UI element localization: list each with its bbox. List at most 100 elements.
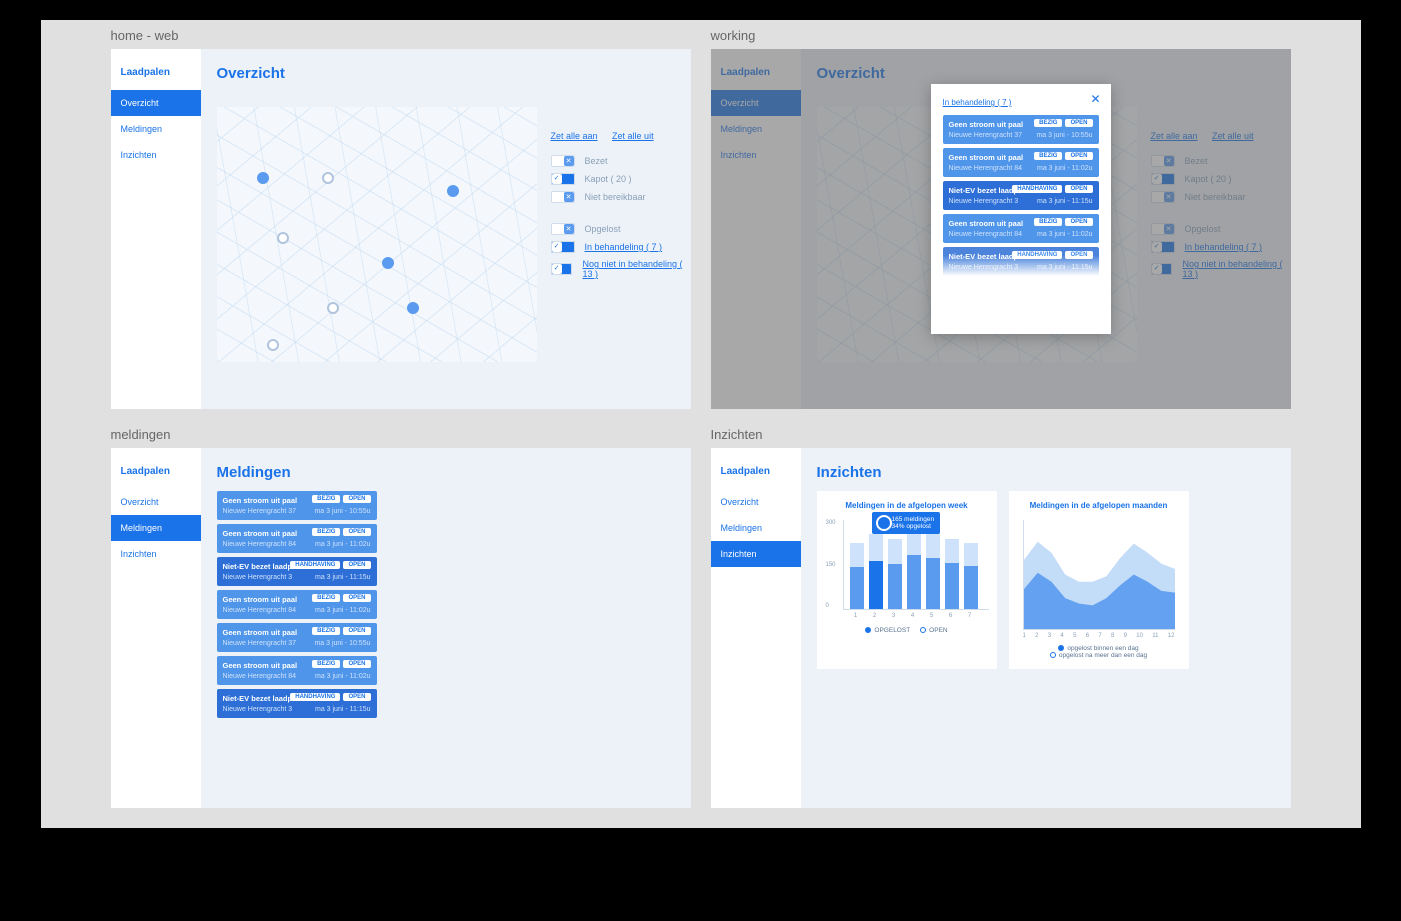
toggle-in-behandeling[interactable]	[551, 241, 575, 253]
card-location: Nieuwe Herengracht 3	[949, 198, 1019, 205]
legend-open: OPEN	[929, 627, 947, 634]
badge-open: OPEN	[343, 693, 370, 701]
bar[interactable]	[869, 534, 883, 609]
toggle-opgelost[interactable]	[551, 223, 575, 235]
modal-in-behandeling: ✕ In behandeling ( 7 ) BEZIGOPENGeen str…	[931, 84, 1111, 334]
bar[interactable]	[964, 543, 978, 609]
card-time: ma 3 juni - 11:02u	[1037, 231, 1093, 238]
frame-title-inzichten: Inzichten	[711, 419, 1291, 448]
label-niet-bereikbaar: Niet bereikbaar	[585, 192, 646, 202]
chart-week-title: Meldingen in de afgelopen week	[825, 501, 989, 510]
nav-inzichten[interactable]: Inzichten	[111, 541, 201, 567]
map-pin[interactable]	[407, 302, 419, 314]
badge-status: BEZIG	[1034, 218, 1062, 226]
badge-open: OPEN	[343, 627, 370, 635]
toggle-bezet[interactable]	[551, 155, 575, 167]
map-pin[interactable]	[327, 302, 339, 314]
card-location: Nieuwe Herengracht 84	[949, 165, 1023, 172]
bulk-all-off[interactable]: Zet alle uit	[612, 131, 654, 141]
nav-meldingen[interactable]: Meldingen	[111, 116, 201, 142]
toggle-kapot[interactable]	[551, 173, 575, 185]
close-icon[interactable]: ✕	[1090, 92, 1100, 106]
area-xlabel: 1	[1023, 633, 1026, 639]
map-pin[interactable]	[267, 339, 279, 351]
melding-card[interactable]: HANDHAVINGOPENNiet-EV bezet laadplekNieu…	[943, 247, 1099, 276]
bar-xlabel: 1	[849, 613, 863, 619]
card-location: Nieuwe Herengracht 3	[223, 706, 293, 713]
melding-card[interactable]: BEZIGOPENGeen stroom uit paalNieuwe Here…	[217, 656, 377, 685]
label-nog-niet[interactable]: Nog niet in behandeling ( 13 )	[582, 259, 690, 279]
melding-card[interactable]: BEZIGOPENGeen stroom uit paalNieuwe Here…	[217, 491, 377, 520]
bar[interactable]	[945, 539, 959, 610]
bar-xlabel: 3	[887, 613, 901, 619]
page-title: Overzicht	[217, 65, 675, 82]
bar[interactable]	[850, 543, 864, 609]
label-opgelost: Opgelost	[585, 224, 621, 234]
nav-overzicht[interactable]: Overzicht	[711, 489, 801, 515]
card-location: Nieuwe Herengracht 37	[949, 132, 1023, 139]
map-pin[interactable]	[447, 185, 459, 197]
badge-status: HANDHAVING	[1012, 251, 1062, 259]
card-location: Nieuwe Herengracht 84	[949, 231, 1023, 238]
melding-card[interactable]: HANDHAVINGOPENNiet-EV bezet laadplekNieu…	[943, 181, 1099, 210]
toggle-niet-bereikbaar[interactable]	[551, 191, 575, 203]
melding-card[interactable]: BEZIGOPENGeen stroom uit paalNieuwe Here…	[943, 115, 1099, 144]
bar[interactable]	[926, 531, 940, 609]
melding-card[interactable]: HANDHAVINGOPENNiet-EV bezet laadplekNieu…	[217, 557, 377, 586]
badge-status: HANDHAVING	[290, 561, 340, 569]
badge-status: BEZIG	[312, 594, 340, 602]
page-title: Inzichten	[817, 464, 1275, 481]
badge-status: BEZIG	[1034, 119, 1062, 127]
map-pin[interactable]	[382, 257, 394, 269]
toggle-nog-niet[interactable]	[551, 263, 573, 275]
bar-xlabel: 7	[963, 613, 977, 619]
melding-card[interactable]: BEZIGOPENGeen stroom uit paalNieuwe Here…	[943, 214, 1099, 243]
legend-area-a: opgelost binnen een dag	[1067, 645, 1138, 652]
badge-open: OPEN	[1065, 185, 1092, 193]
label-in-behandeling[interactable]: In behandeling ( 7 )	[585, 242, 663, 252]
badge-status: BEZIG	[312, 528, 340, 536]
bar[interactable]	[888, 539, 902, 610]
card-location: Nieuwe Herengracht 84	[223, 541, 297, 548]
chart-months: Meldingen in de afgelopen maanden 123456…	[1009, 491, 1189, 669]
badge-status: BEZIG	[1034, 152, 1062, 160]
nav-meldingen[interactable]: Meldingen	[111, 515, 201, 541]
nav-overzicht[interactable]: Overzicht	[111, 489, 201, 515]
map-pin[interactable]	[257, 172, 269, 184]
badge-status: BEZIG	[312, 495, 340, 503]
nav-inzichten[interactable]: Inzichten	[111, 142, 201, 168]
nav-overzicht[interactable]: Overzicht	[111, 90, 201, 116]
badge-open: OPEN	[343, 528, 370, 536]
chart-tooltip: 165 meldingen 34% opgelost	[872, 512, 941, 534]
area-xlabel: 9	[1124, 633, 1127, 639]
map-pin[interactable]	[322, 172, 334, 184]
melding-card[interactable]: BEZIGOPENGeen stroom uit paalNieuwe Here…	[217, 623, 377, 652]
legend-area-b: opgelost na meer dan een dag	[1059, 652, 1147, 659]
nav-inzichten[interactable]: Inzichten	[711, 541, 801, 567]
badge-status: BEZIG	[312, 627, 340, 635]
legend-opgelost: OPGELOST	[874, 627, 910, 634]
card-location: Nieuwe Herengracht 3	[949, 264, 1019, 271]
badge-open: OPEN	[1065, 119, 1092, 127]
melding-card[interactable]: HANDHAVINGOPENNiet-EV bezet laadplekNieu…	[217, 689, 377, 718]
badge-status: BEZIG	[312, 660, 340, 668]
chart-months-title: Meldingen in de afgelopen maanden	[1017, 501, 1181, 510]
melding-card[interactable]: BEZIGOPENGeen stroom uit paalNieuwe Here…	[217, 590, 377, 619]
area-xlabel: 11	[1152, 633, 1158, 639]
map[interactable]	[217, 107, 537, 362]
melding-card[interactable]: BEZIGOPENGeen stroom uit paalNieuwe Here…	[943, 148, 1099, 177]
card-time: ma 3 juni - 10:55u	[314, 640, 370, 647]
chart-week: Meldingen in de afgelopen week 3001500 1…	[817, 491, 997, 669]
area-xlabel: 4	[1060, 633, 1063, 639]
page-title: Meldingen	[217, 464, 675, 481]
card-location: Nieuwe Herengracht 84	[223, 607, 297, 614]
map-pin[interactable]	[277, 232, 289, 244]
bar[interactable]	[907, 527, 921, 610]
bulk-all-on[interactable]: Zet alle aan	[551, 131, 598, 141]
melding-card[interactable]: BEZIGOPENGeen stroom uit paalNieuwe Here…	[217, 524, 377, 553]
card-time: ma 3 juni - 10:55u	[1036, 132, 1092, 139]
badge-open: OPEN	[1065, 218, 1092, 226]
card-time: ma 3 juni - 11:02u	[315, 673, 371, 680]
brand: Laadpalen	[111, 49, 201, 90]
nav-meldingen[interactable]: Meldingen	[711, 515, 801, 541]
